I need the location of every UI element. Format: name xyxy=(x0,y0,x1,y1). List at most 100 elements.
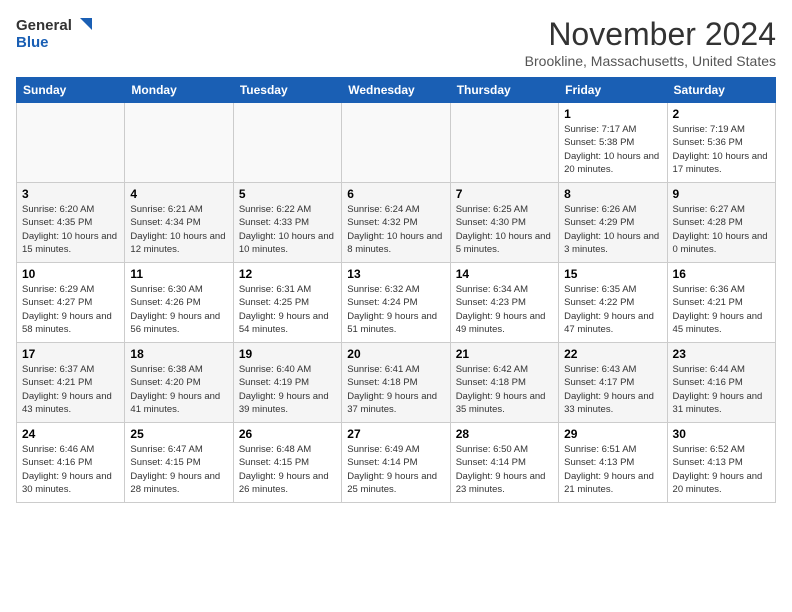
table-row: 22Sunrise: 6:43 AM Sunset: 4:17 PM Dayli… xyxy=(559,343,667,423)
day-info: Sunrise: 6:31 AM Sunset: 4:25 PM Dayligh… xyxy=(239,283,336,336)
table-row xyxy=(450,103,558,183)
day-info: Sunrise: 6:20 AM Sunset: 4:35 PM Dayligh… xyxy=(22,203,119,256)
day-info: Sunrise: 6:50 AM Sunset: 4:14 PM Dayligh… xyxy=(456,443,553,496)
table-row: 13 Sunrise: 6:32 AM Sunset: 4:24 PM Dayli… xyxy=(342,263,450,343)
day-info: Sunrise: 6:47 AM Sunset: 4:15 PM Dayligh… xyxy=(130,443,227,496)
table-row xyxy=(125,103,233,183)
day-number: 10 xyxy=(22,267,119,281)
table-row: 8 Sunrise: 6:26 AM Sunset: 4:29 PM Daylig… xyxy=(559,183,667,263)
day-info: Sunrise: 6:49 AM Sunset: 4:14 PM Dayligh… xyxy=(347,443,444,496)
calendar-title: November 2024 xyxy=(525,16,776,53)
title-block: November 2024 Brookline, Massachusetts, … xyxy=(525,16,776,69)
calendar-week-row: 17 Sunrise: 6:37 AM Sunset: 4:21 PM Dayli… xyxy=(17,343,776,423)
day-info: Sunrise: 6:38 AM Sunset: 4:20 PM Dayligh… xyxy=(130,363,227,416)
calendar-week-row: 24 Sunrise: 6:46 AM Sunset: 4:16 PM Dayli… xyxy=(17,423,776,503)
header-tuesday: Tuesday xyxy=(233,78,341,103)
table-row: 25 Sunrise: 6:47 AM Sunset: 4:15 PM Dayli… xyxy=(125,423,233,503)
day-info: Sunrise: 6:22 AM Sunset: 4:33 PM Dayligh… xyxy=(239,203,336,256)
day-info: Sunrise: 6:46 AM Sunset: 4:16 PM Dayligh… xyxy=(22,443,119,496)
day-number: 4 xyxy=(130,187,227,201)
day-number: 30 xyxy=(673,427,770,441)
header-wednesday: Wednesday xyxy=(342,78,450,103)
table-row: 7 Sunrise: 6:25 AM Sunset: 4:30 PM Daylig… xyxy=(450,183,558,263)
day-info: Sunrise: 6:51 AM Sunset: 4:13 PM Dayligh… xyxy=(564,443,661,496)
header-friday: Friday xyxy=(559,78,667,103)
day-info: Sunrise: 6:35 AM Sunset: 4:22 PM Dayligh… xyxy=(564,283,661,336)
table-row: 28 Sunrise: 6:50 AM Sunset: 4:14 PM Dayli… xyxy=(450,423,558,503)
day-number: 15 xyxy=(564,267,661,281)
table-row: 24 Sunrise: 6:46 AM Sunset: 4:16 PM Dayli… xyxy=(17,423,125,503)
day-info: Sunrise: 6:34 AM Sunset: 4:23 PM Dayligh… xyxy=(456,283,553,336)
calendar-header-row: Sunday Monday Tuesday Wednesday Thursday… xyxy=(17,78,776,103)
day-info: Sunrise: 6:41 AM Sunset: 4:18 PM Dayligh… xyxy=(347,363,444,416)
day-number: 28 xyxy=(456,427,553,441)
table-row: 17 Sunrise: 6:37 AM Sunset: 4:21 PM Dayli… xyxy=(17,343,125,423)
header-saturday: Saturday xyxy=(667,78,775,103)
table-row: 1 Sunrise: 7:17 AM Sunset: 5:38 PM Daylig… xyxy=(559,103,667,183)
day-info: Sunrise: 6:29 AM Sunset: 4:27 PM Dayligh… xyxy=(22,283,119,336)
day-number: 13 xyxy=(347,267,444,281)
table-row: 20 Sunrise: 6:41 AM Sunset: 4:18 PM Dayli… xyxy=(342,343,450,423)
day-number: 11 xyxy=(130,267,227,281)
table-row: 19 Sunrise: 6:40 AM Sunset: 4:19 PM Dayli… xyxy=(233,343,341,423)
calendar-week-row: 10 Sunrise: 6:29 AM Sunset: 4:27 PM Dayli… xyxy=(17,263,776,343)
day-number: 17 xyxy=(22,347,119,361)
day-info: Sunrise: 7:17 AM Sunset: 5:38 PM Dayligh… xyxy=(564,123,661,176)
day-number: 9 xyxy=(673,187,770,201)
day-info: Sunrise: 6:26 AM Sunset: 4:29 PM Dayligh… xyxy=(564,203,661,256)
day-number: 18 xyxy=(130,347,227,361)
day-number: 19 xyxy=(239,347,336,361)
day-number: 12 xyxy=(239,267,336,281)
calendar-week-row: 3 Sunrise: 6:20 AM Sunset: 4:35 PM Daylig… xyxy=(17,183,776,263)
table-row: 21Sunrise: 6:42 AM Sunset: 4:18 PM Dayli… xyxy=(450,343,558,423)
header-thursday: Thursday xyxy=(450,78,558,103)
table-row: 29 Sunrise: 6:51 AM Sunset: 4:13 PM Dayli… xyxy=(559,423,667,503)
day-number: 29 xyxy=(564,427,661,441)
day-info: Sunrise: 6:44 AM Sunset: 4:16 PM Dayligh… xyxy=(673,363,770,416)
day-info: Sunrise: 6:25 AM Sunset: 4:30 PM Dayligh… xyxy=(456,203,553,256)
day-number: 20 xyxy=(347,347,444,361)
day-number: 27 xyxy=(347,427,444,441)
calendar-subtitle: Brookline, Massachusetts, United States xyxy=(525,53,776,69)
day-info: Sunrise: 6:24 AM Sunset: 4:32 PM Dayligh… xyxy=(347,203,444,256)
table-row: 14 Sunrise: 6:34 AM Sunset: 4:23 PM Dayli… xyxy=(450,263,558,343)
header-monday: Monday xyxy=(125,78,233,103)
day-number: 1 xyxy=(564,107,661,121)
table-row: 10 Sunrise: 6:29 AM Sunset: 4:27 PM Dayli… xyxy=(17,263,125,343)
table-row: 16Sunrise: 6:36 AM Sunset: 4:21 PM Dayli… xyxy=(667,263,775,343)
table-row: 30 Sunrise: 6:52 AM Sunset: 4:13 PM Dayli… xyxy=(667,423,775,503)
day-info: Sunrise: 6:43 AM Sunset: 4:17 PM Dayligh… xyxy=(564,363,661,416)
day-number: 24 xyxy=(22,427,119,441)
day-info: Sunrise: 6:52 AM Sunset: 4:13 PM Dayligh… xyxy=(673,443,770,496)
table-row: 18 Sunrise: 6:38 AM Sunset: 4:20 PM Dayli… xyxy=(125,343,233,423)
day-number: 14 xyxy=(456,267,553,281)
header-sunday: Sunday xyxy=(17,78,125,103)
day-info: Sunrise: 6:21 AM Sunset: 4:34 PM Dayligh… xyxy=(130,203,227,256)
day-info: Sunrise: 7:19 AM Sunset: 5:36 PM Dayligh… xyxy=(673,123,770,176)
day-number: 5 xyxy=(239,187,336,201)
day-info: Sunrise: 6:48 AM Sunset: 4:15 PM Dayligh… xyxy=(239,443,336,496)
day-number: 7 xyxy=(456,187,553,201)
logo-blue: Blue xyxy=(16,34,49,51)
day-info: Sunrise: 6:36 AM Sunset: 4:21 PM Dayligh… xyxy=(673,283,770,336)
table-row: 26 Sunrise: 6:48 AM Sunset: 4:15 PM Dayli… xyxy=(233,423,341,503)
logo-general: General xyxy=(16,17,72,34)
day-info: Sunrise: 6:27 AM Sunset: 4:28 PM Dayligh… xyxy=(673,203,770,256)
day-number: 25 xyxy=(130,427,227,441)
day-info: Sunrise: 6:40 AM Sunset: 4:19 PM Dayligh… xyxy=(239,363,336,416)
page-header: General Blue November 2024 Brookline, Ma… xyxy=(16,16,776,69)
table-row: 12 Sunrise: 6:31 AM Sunset: 4:25 PM Dayli… xyxy=(233,263,341,343)
table-row: 5 Sunrise: 6:22 AM Sunset: 4:33 PM Daylig… xyxy=(233,183,341,263)
table-row: 6Sunrise: 6:24 AM Sunset: 4:32 PM Daylig… xyxy=(342,183,450,263)
day-info: Sunrise: 6:30 AM Sunset: 4:26 PM Dayligh… xyxy=(130,283,227,336)
day-info: Sunrise: 6:32 AM Sunset: 4:24 PM Dayligh… xyxy=(347,283,444,336)
day-number: 8 xyxy=(564,187,661,201)
calendar-table: Sunday Monday Tuesday Wednesday Thursday… xyxy=(16,77,776,503)
day-info: Sunrise: 6:37 AM Sunset: 4:21 PM Dayligh… xyxy=(22,363,119,416)
table-row xyxy=(233,103,341,183)
day-number: 23 xyxy=(673,347,770,361)
table-row: 27 Sunrise: 6:49 AM Sunset: 4:14 PM Dayli… xyxy=(342,423,450,503)
table-row: 3 Sunrise: 6:20 AM Sunset: 4:35 PM Daylig… xyxy=(17,183,125,263)
day-number: 26 xyxy=(239,427,336,441)
day-number: 3 xyxy=(22,187,119,201)
